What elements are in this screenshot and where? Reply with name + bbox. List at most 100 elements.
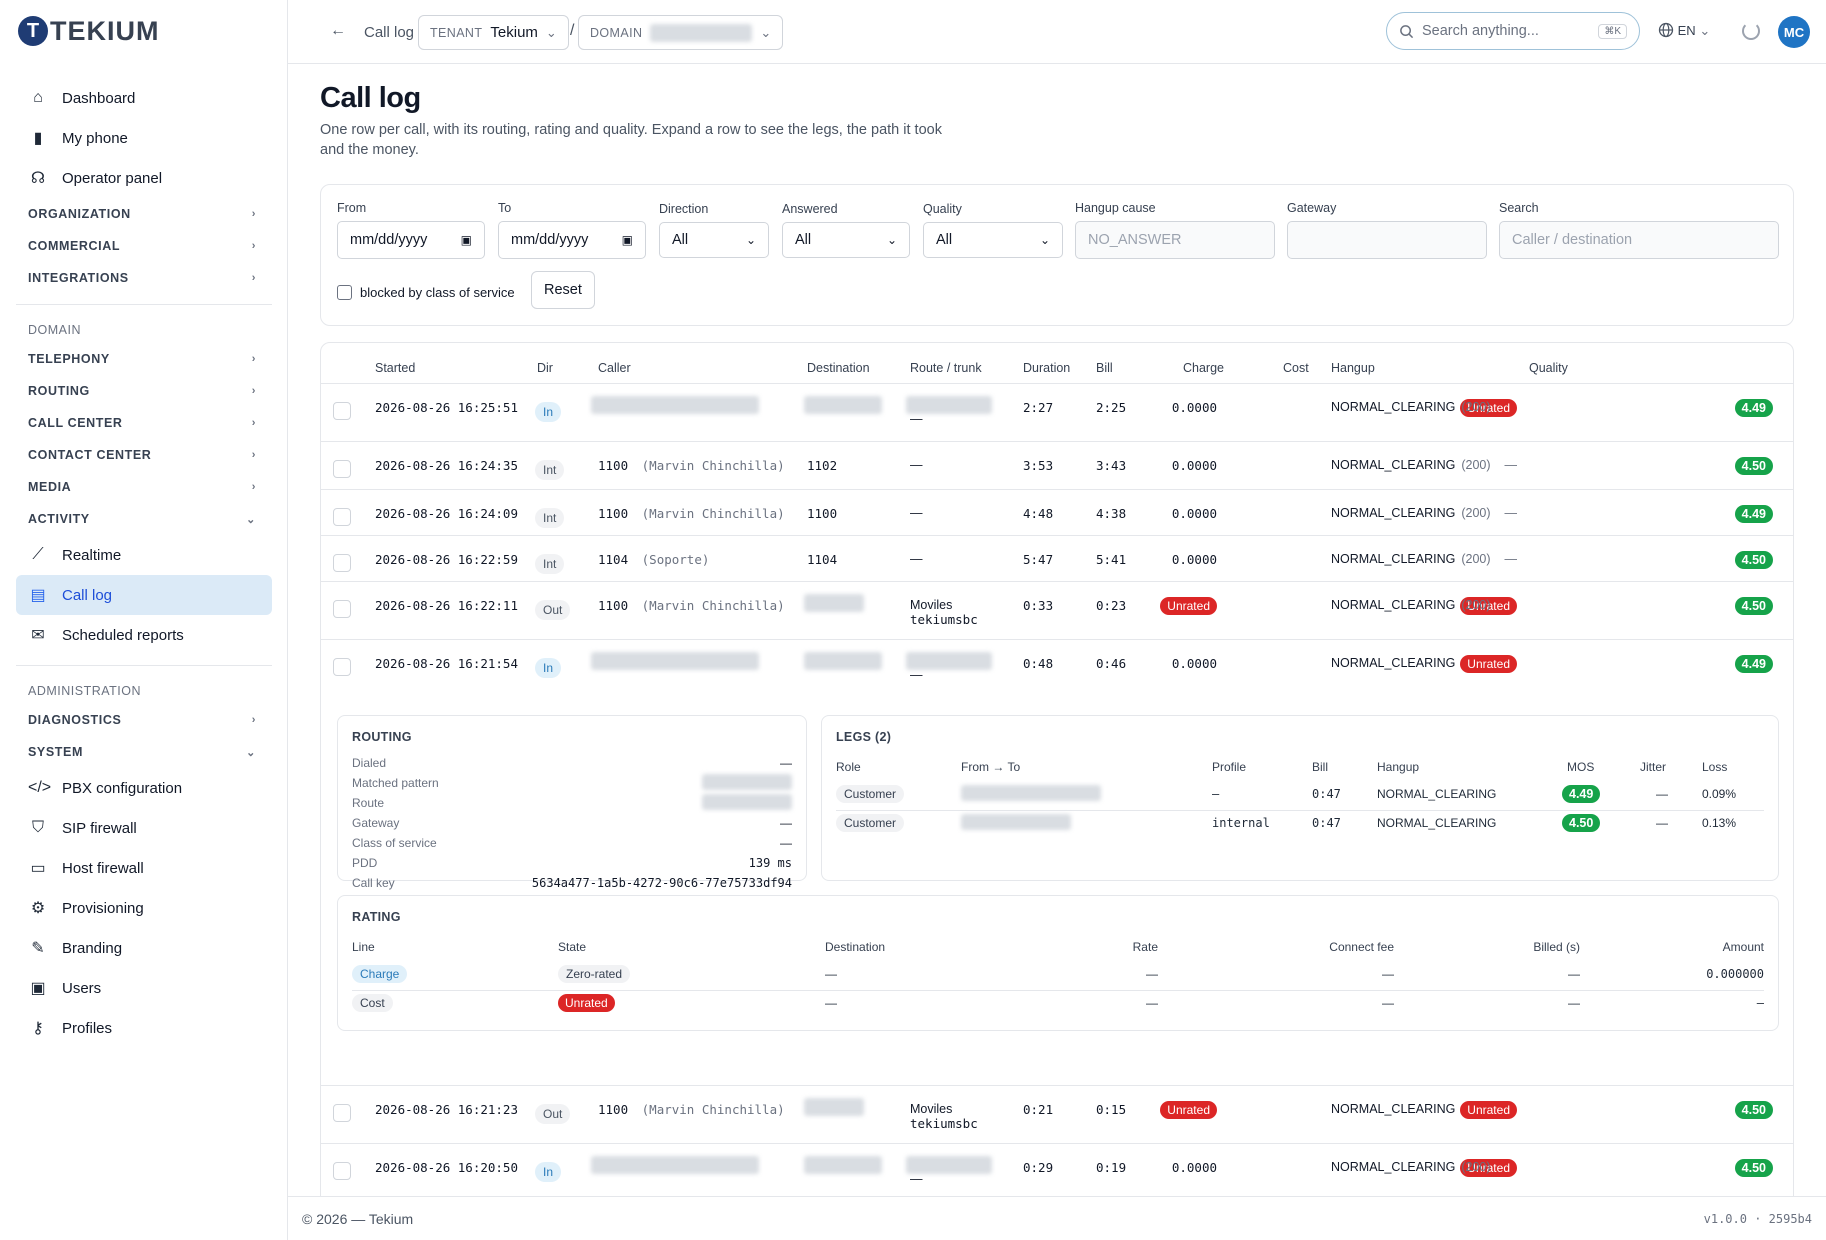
sidebar-item-host-firewall[interactable]: ▭ Host firewall (16, 848, 272, 888)
table-row[interactable]: 2026-08-26 16:22:59 Int 1104 (Soporte) 1104… (321, 535, 1793, 581)
cell-cost: — (1505, 506, 1518, 520)
hangup-cause-input[interactable]: NO_ANSWER (1075, 221, 1275, 259)
sidebar-item-provisioning[interactable]: ⚙ Provisioning (16, 888, 272, 928)
table-row[interactable]: 2026-08-26 16:24:09 Int 1100 (Marvin Chinc… (321, 489, 1793, 535)
leg-fromto-redacted (961, 785, 1101, 806)
from-date-input[interactable]: mm/dd/yyyy ▣ (337, 221, 485, 259)
direction-select[interactable]: All ⌄ (659, 222, 769, 258)
breadcrumb-call-log[interactable]: Call log (364, 24, 414, 41)
blocked-checkbox[interactable]: blocked by class of service (337, 285, 515, 300)
filters-card: From mm/dd/yyyy ▣ To mm/dd/yyyy ▣ Directio… (320, 184, 1794, 326)
expand-row-icon[interactable] (333, 508, 351, 526)
sidebar-item-operator-panel[interactable]: ☊ Operator panel (16, 158, 272, 198)
sidebar-item-users[interactable]: ▣ Users (16, 968, 272, 1008)
cell-quality: 4.50 (1734, 551, 1773, 569)
theme-toggle-icon[interactable] (1742, 22, 1760, 40)
answered-select[interactable]: All ⌄ (782, 222, 910, 258)
col-route[interactable]: Route / trunk (910, 361, 982, 375)
topbar: ← Call log TENANT Tekium ⌄ / DOMAIN ⌄ Se… (288, 0, 1826, 64)
cell-started: 2026-08-26 16:22:59 (375, 552, 518, 567)
sidebar-group-integrations[interactable]: INTEGRATIONS › (16, 262, 272, 294)
sidebar-item-sip-firewall[interactable]: ⛉ SIP firewall (16, 808, 272, 848)
sidebar-group-diagnostics[interactable]: DIAGNOSTICS › (16, 704, 272, 736)
cell-bill: 2:25 (1096, 400, 1127, 415)
table-row[interactable]: 2026-08-26 16:21:54 In — 0:48 0:46 0.0000 Unra… (321, 639, 1793, 705)
to-label: To (498, 201, 512, 215)
expand-row-icon[interactable] (333, 460, 351, 478)
caller-search-input[interactable]: Caller / destination (1499, 221, 1779, 259)
direction-label: Direction (659, 202, 709, 216)
col-duration[interactable]: Duration (1023, 361, 1070, 375)
quality-select[interactable]: All ⌄ (923, 222, 1063, 258)
sidebar-item-call-log[interactable]: ▤ Call log (16, 575, 272, 615)
rating-rate: — (1146, 996, 1158, 1010)
expand-row-icon[interactable] (333, 554, 351, 572)
hangup-label: Hangup cause (1075, 201, 1156, 215)
back-arrow-icon[interactable]: ← (330, 22, 346, 40)
col-quality[interactable]: Quality (1529, 361, 1568, 375)
col-bill[interactable]: Bill (1096, 361, 1113, 375)
tenant-selector[interactable]: TENANT Tekium ⌄ (418, 15, 569, 50)
cell-started: 2026-08-26 16:21:23 (375, 1102, 518, 1117)
checkbox-box[interactable] (337, 285, 352, 300)
language-selector[interactable]: EN ⌄ (1658, 22, 1710, 39)
sidebar-group-media[interactable]: MEDIA › (16, 471, 272, 503)
cell-duration: 0:48 (1023, 656, 1054, 671)
domain-selector[interactable]: DOMAIN ⌄ (578, 15, 784, 50)
col-hangup[interactable]: Hangup (1331, 361, 1375, 375)
sidebar-item-profiles[interactable]: ⚷ Profiles (16, 1008, 272, 1048)
cell-hangup: NORMAL_CLEARING (200) (1331, 458, 1491, 472)
sidebar-group-routing[interactable]: ROUTING › (16, 375, 272, 407)
expand-row-icon[interactable] (333, 600, 351, 618)
sidebar-item-label: My phone (62, 129, 128, 147)
global-search[interactable]: Search anything... ⌘K (1386, 12, 1640, 50)
table-row[interactable]: 2026-08-26 16:22:11 Out 1100 (Marvin Chinc… (321, 581, 1793, 639)
sidebar-group-contact-center[interactable]: CONTACT CENTER › (16, 439, 272, 471)
sidebar-group-system[interactable]: SYSTEM ⌄ (16, 736, 272, 768)
expand-row-icon[interactable] (333, 402, 351, 420)
shield-icon: ⛉ (31, 819, 44, 836)
table-row[interactable]: 2026-08-26 16:20:50 In —0:29 0:19 0.0000 Unra… (321, 1143, 1793, 1196)
hangup-cause: NORMAL_CLEARING (1331, 458, 1456, 472)
sidebar-item-pbx-configuration[interactable]: </> PBX configuration (16, 768, 272, 808)
expand-row-icon[interactable] (333, 1104, 351, 1122)
col-started[interactable]: Started (375, 361, 415, 375)
cell-caller: 1100 (Marvin Chinchilla) (598, 598, 785, 613)
sidebar-item-scheduled-reports[interactable]: ✉ Scheduled reports (16, 615, 272, 655)
sidebar-group-organization[interactable]: ORGANIZATION › (16, 198, 272, 230)
sidebar-group-call-center[interactable]: CALL CENTER › (16, 407, 272, 439)
row-detail: ROUTING Dialed — Matched pattern Route Gatew… (321, 705, 1793, 1085)
sidebar-group-telephony[interactable]: TELEPHONY › (16, 343, 272, 375)
brand-logo[interactable]: T TEKIUM (18, 14, 160, 48)
sidebar-item-realtime[interactable]: ⟋ Realtime (16, 535, 272, 575)
copyright: © 2026 — Tekium (302, 1210, 414, 1227)
sidebar-item-branding[interactable]: ✎ Branding (16, 928, 272, 968)
sidebar-group-commercial[interactable]: COMMERCIAL › (16, 230, 272, 262)
reset-button[interactable]: Reset (531, 271, 595, 309)
gear-icon: ⚙ (30, 900, 46, 917)
to-date-input[interactable]: mm/dd/yyyy ▣ (498, 221, 646, 259)
leg-fromto-redacted (961, 814, 1071, 835)
user-avatar[interactable]: MC (1778, 16, 1810, 48)
col-cost[interactable]: Cost (1283, 361, 1309, 375)
chevron-right-icon: › (251, 208, 256, 220)
legs-col-fromto: From → To (961, 760, 1021, 774)
col-caller[interactable]: Caller (598, 361, 631, 375)
table-row[interactable]: 2026-08-26 16:25:51 In —2:27 2:25 0.0000 Unra… (321, 383, 1793, 441)
col-dir[interactable]: Dir (537, 361, 553, 375)
sidebar-group-activity[interactable]: ACTIVITY ⌄ (16, 503, 272, 535)
cell-charge: 0.0000 (1172, 506, 1217, 521)
expand-row-icon[interactable] (333, 1162, 351, 1180)
expand-row-icon[interactable] (333, 658, 351, 676)
table-row[interactable]: 2026-08-26 16:24:35 Int 1100 (Marvin Chinc… (321, 441, 1793, 489)
sidebar-item-dashboard[interactable]: ⌂ Dashboard (16, 78, 272, 118)
redacted-value (961, 785, 1101, 801)
cell-bill: 5:41 (1096, 552, 1127, 567)
gateway-input[interactable] (1287, 221, 1487, 259)
col-charge[interactable]: Charge (1183, 361, 1224, 375)
sidebar-item-my-phone[interactable]: ▮ My phone (16, 118, 272, 158)
table-row[interactable]: 2026-08-26 16:21:23 Out 1100 (Marvin Chinc… (321, 1085, 1793, 1143)
cell-hangup: NORMAL_CLEARING (1331, 1102, 1461, 1116)
legs-row: Customer internal 0:47 NORMAL_CLEARING 4.50 —… (836, 811, 1764, 840)
col-destination[interactable]: Destination (807, 361, 870, 375)
